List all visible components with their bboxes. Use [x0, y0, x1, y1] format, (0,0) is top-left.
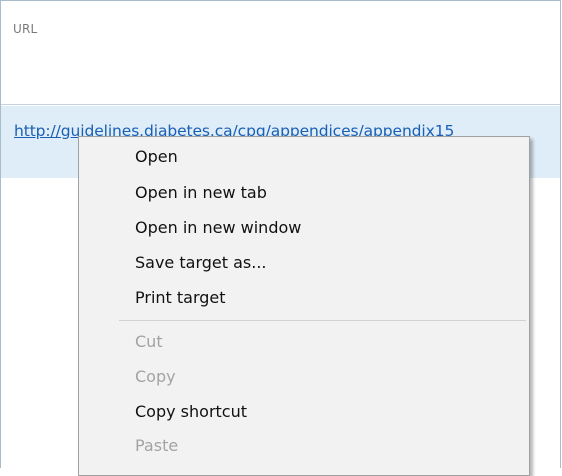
menu-item-label: Paste	[135, 436, 179, 455]
menu-item-label: Open	[135, 147, 178, 166]
menu-item-paste: Paste	[79, 430, 529, 463]
menu-item-label: Open in new tab	[135, 183, 267, 202]
column-header-label: URL	[13, 22, 38, 36]
menu-item-label: Open in new window	[135, 218, 302, 237]
menu-item-label: Cut	[135, 332, 163, 351]
menu-item-open-in-new-tab[interactable]: Open in new tab	[79, 177, 529, 210]
menu-item-label: Copy shortcut	[135, 402, 247, 421]
menu-item-print-target[interactable]: Print target	[79, 282, 529, 315]
menu-item-open-in-new-window[interactable]: Open in new window	[79, 212, 529, 245]
menu-item-copy: Copy	[79, 361, 529, 394]
menu-item-save-target-as[interactable]: Save target as...	[79, 247, 529, 280]
menu-separator	[119, 320, 526, 321]
menu-item-label: Print target	[135, 288, 226, 307]
menu-item-copy-shortcut[interactable]: Copy shortcut	[79, 396, 529, 429]
menu-item-cut: Cut	[79, 326, 529, 359]
menu-item-label: Copy	[135, 367, 176, 386]
menu-item-open[interactable]: Open	[79, 141, 529, 174]
menu-item-label: Save target as...	[135, 253, 267, 272]
context-menu: Open Open in new tab Open in new window …	[78, 136, 530, 476]
column-header-url[interactable]: URL	[1, 1, 560, 105]
